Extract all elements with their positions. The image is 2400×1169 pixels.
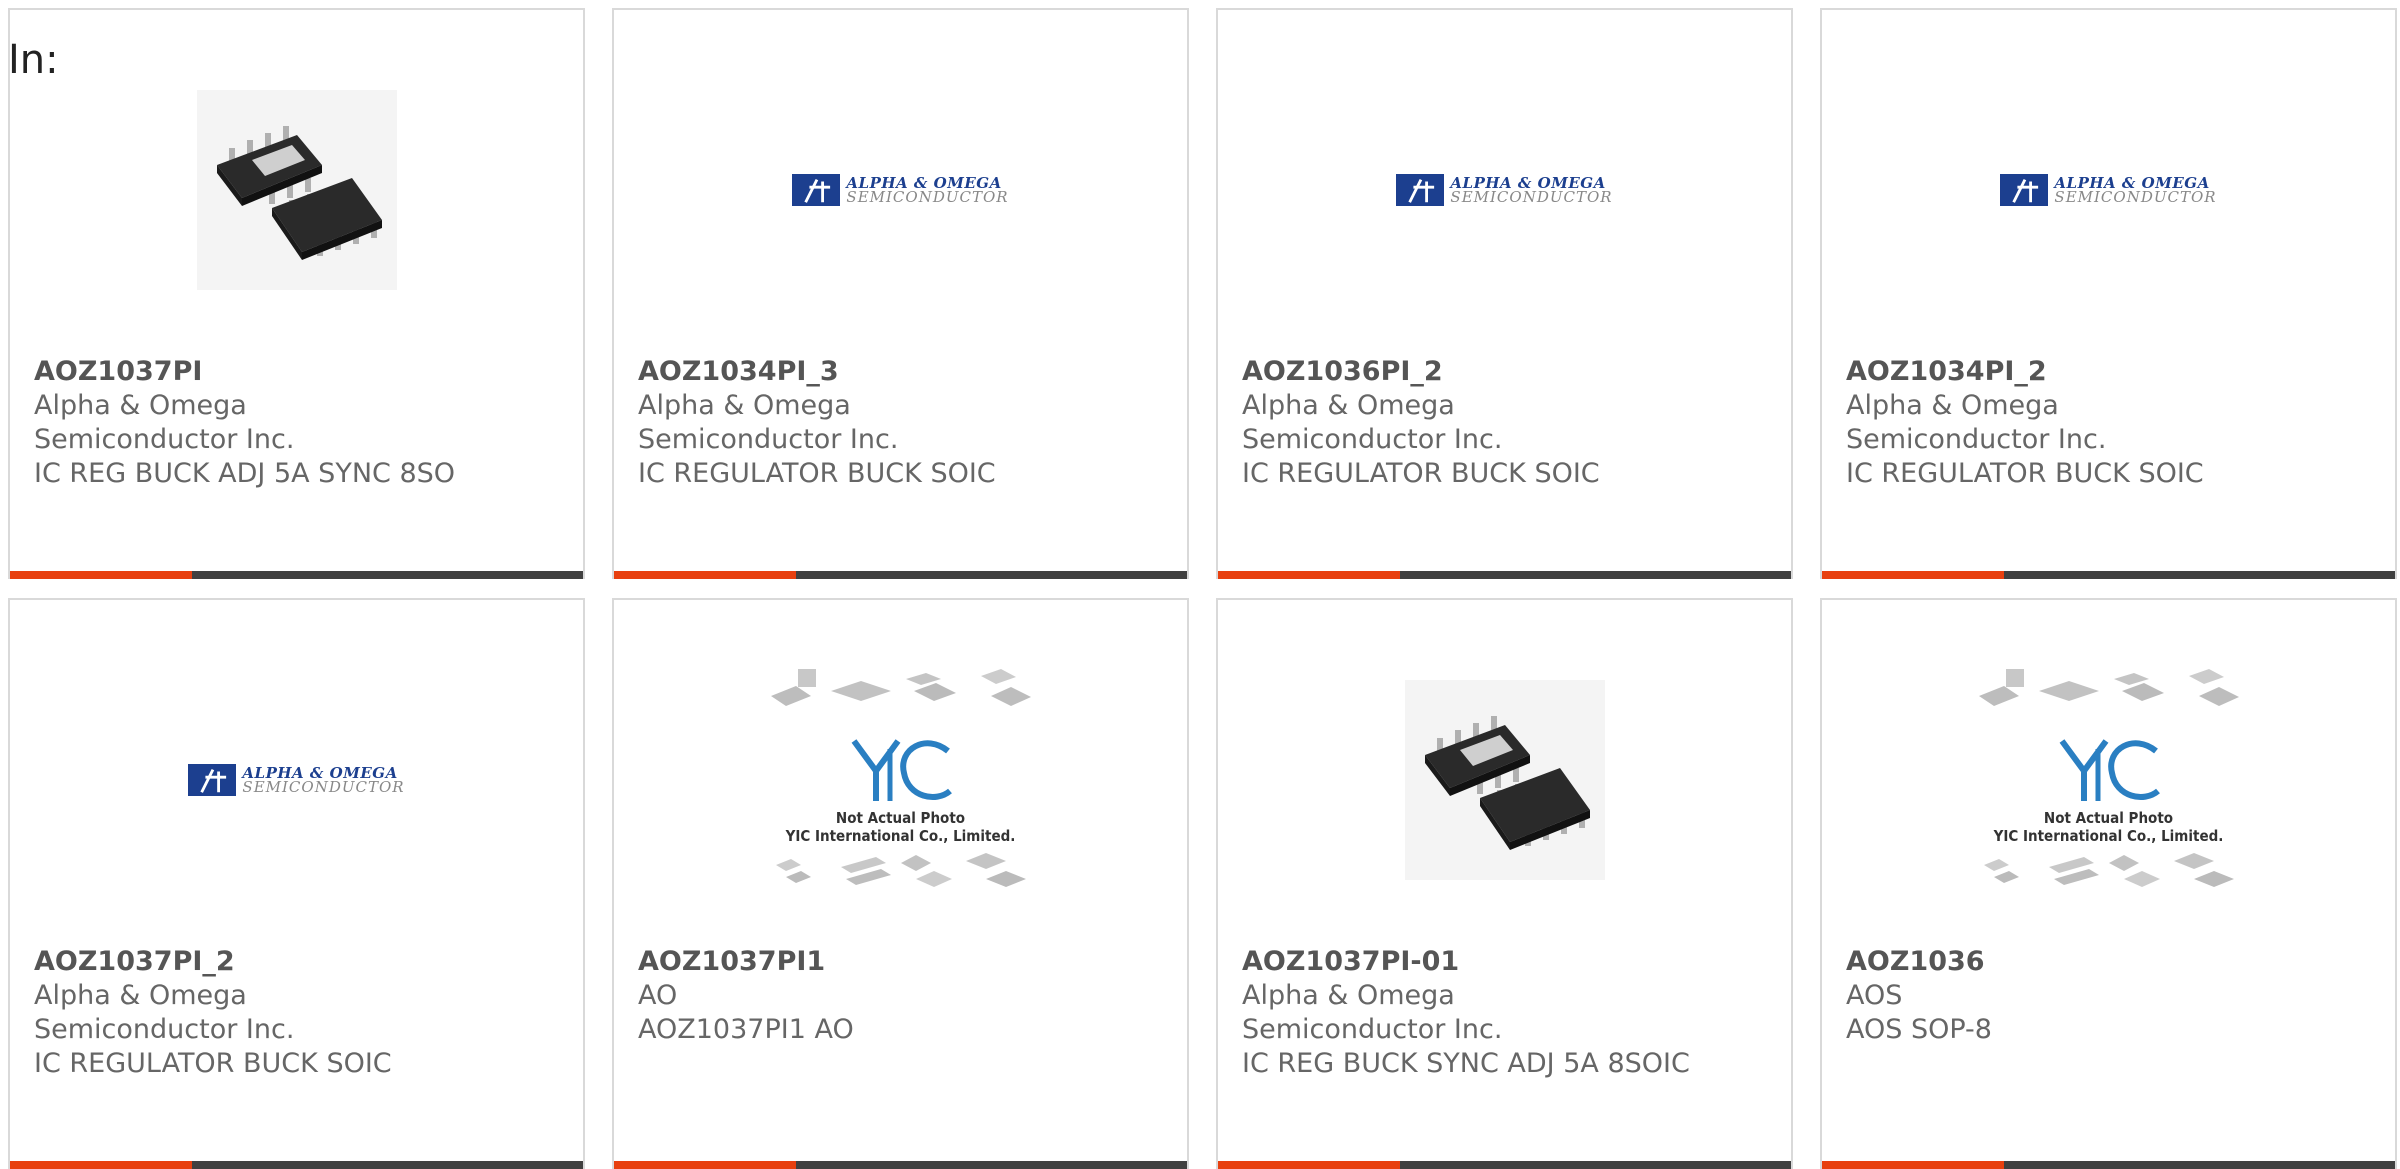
product-info: AOZ1037PI-01 Alpha & Omega Semiconductor…	[1242, 945, 1767, 1081]
yic-placeholder-icon: Not Actual Photo YIC International Co., …	[1974, 661, 2244, 899]
card-bottom-bar	[10, 1161, 583, 1169]
part-number[interactable]: AOZ1037PI1	[638, 945, 1163, 979]
product-image[interactable]: ALPHA & OMEGA SEMICONDUCTOR	[1218, 70, 1791, 310]
manufacturer: Alpha & Omega Semiconductor Inc.	[34, 980, 295, 1045]
part-number[interactable]: AOZ1037PI	[34, 355, 559, 389]
product-image[interactable]: ALPHA & OMEGA SEMICONDUCTOR	[10, 660, 583, 900]
chip-photo-icon	[1404, 680, 1605, 880]
in-label: In:	[8, 37, 59, 83]
product-info: AOZ1034PI_2 Alpha & Omega Semiconductor …	[1846, 355, 2371, 491]
card-accent-bar	[10, 1161, 192, 1169]
manufacturer: Alpha & Omega Semiconductor Inc.	[1242, 980, 1503, 1045]
product-card[interactable]: Not Actual Photo YIC International Co., …	[1820, 598, 2397, 1169]
description: AOZ1037PI1 AO	[638, 1014, 854, 1045]
card-accent-bar	[1218, 1161, 1400, 1169]
product-card[interactable]: Not Actual Photo YIC International Co., …	[612, 598, 1189, 1169]
description: IC REGULATOR BUCK SOIC	[1846, 458, 2204, 489]
aos-logo-line2: SEMICONDUCTOR	[2054, 188, 2217, 206]
description: IC REGULATOR BUCK SOIC	[638, 458, 996, 489]
product-info: AOZ1037PI Alpha & Omega Semiconductor In…	[34, 355, 559, 491]
chips-top-icon	[1978, 669, 2239, 706]
card-accent-bar	[614, 1161, 796, 1169]
product-card[interactable]: ALPHA & OMEGA SEMICONDUCTOR AOZ1037PI_2 …	[8, 598, 585, 1169]
card-bottom-bar	[1822, 571, 2395, 579]
manufacturer: Alpha & Omega Semiconductor Inc.	[34, 390, 295, 455]
chips-bottom-icon	[775, 853, 1026, 887]
aos-logo-line2: SEMICONDUCTOR	[242, 778, 405, 796]
card-accent-bar	[10, 571, 192, 579]
product-image[interactable]: Not Actual Photo YIC International Co., …	[614, 660, 1187, 900]
product-info: AOZ1036PI_2 Alpha & Omega Semiconductor …	[1242, 355, 1767, 491]
aos-logo-icon: ALPHA & OMEGA SEMICONDUCTOR	[2000, 174, 2216, 206]
yic-placeholder-icon: Not Actual Photo YIC International Co., …	[766, 661, 1036, 899]
yic-line2: YIC International Co., Limited.	[785, 827, 1016, 845]
product-card[interactable]: ALPHA & OMEGA SEMICONDUCTOR AOZ1036PI_2 …	[1216, 8, 1793, 579]
card-accent-bar	[1822, 571, 2004, 579]
product-card[interactable]: ALPHA & OMEGA SEMICONDUCTOR AOZ1034PI_2 …	[1820, 8, 2397, 579]
card-bottom-bar	[1822, 1161, 2395, 1169]
product-info: AOZ1034PI_3 Alpha & Omega Semiconductor …	[638, 355, 1163, 491]
product-image[interactable]	[1218, 660, 1791, 900]
part-number[interactable]: AOZ1036	[1846, 945, 2371, 979]
chips-bottom-icon	[1983, 853, 2234, 887]
description: IC REG BUCK ADJ 5A SYNC 8SO	[34, 458, 456, 489]
yic-logo-icon	[2059, 739, 2160, 801]
aos-logo-line2: SEMICONDUCTOR	[1450, 188, 1613, 206]
product-image[interactable]: ALPHA & OMEGA SEMICONDUCTOR	[614, 70, 1187, 310]
product-info: AOZ1037PI1 AO AOZ1037PI1 AO	[638, 945, 1163, 1047]
product-info: AOZ1037PI_2 Alpha & Omega Semiconductor …	[34, 945, 559, 1081]
manufacturer: Alpha & Omega Semiconductor Inc.	[1242, 390, 1503, 455]
card-accent-bar	[1218, 571, 1400, 579]
product-card[interactable]: AOZ1037PI Alpha & Omega Semiconductor In…	[8, 8, 585, 579]
aos-mark-icon	[1396, 174, 1445, 206]
product-grid: AOZ1037PI Alpha & Omega Semiconductor In…	[0, 0, 2400, 1169]
description: IC REG BUCK SYNC ADJ 5A 8SOIC	[1242, 1048, 1690, 1079]
product-image[interactable]	[10, 70, 583, 310]
card-bottom-bar	[10, 571, 583, 579]
yic-logo-icon	[851, 739, 952, 801]
aos-mark-icon	[792, 174, 841, 206]
aos-logo-line2: SEMICONDUCTOR	[846, 188, 1009, 206]
chip-photo-icon	[196, 90, 397, 290]
part-number[interactable]: AOZ1036PI_2	[1242, 355, 1767, 389]
product-info: AOZ1036 AOS AOS SOP-8	[1846, 945, 2371, 1047]
part-number[interactable]: AOZ1034PI_3	[638, 355, 1163, 389]
aos-mark-icon	[2000, 174, 2049, 206]
manufacturer: Alpha & Omega Semiconductor Inc.	[1846, 390, 2107, 455]
product-image[interactable]: Not Actual Photo YIC International Co., …	[1822, 660, 2395, 900]
aos-mark-icon	[188, 764, 237, 796]
card-bottom-bar	[1218, 571, 1791, 579]
description: IC REGULATOR BUCK SOIC	[1242, 458, 1600, 489]
manufacturer: AOS	[1846, 980, 1903, 1011]
part-number[interactable]: AOZ1037PI-01	[1242, 945, 1767, 979]
card-accent-bar	[614, 571, 796, 579]
yic-line1: Not Actual Photo	[2043, 809, 2174, 827]
description: IC REGULATOR BUCK SOIC	[34, 1048, 392, 1079]
part-number[interactable]: AOZ1037PI_2	[34, 945, 559, 979]
manufacturer: AO	[638, 980, 678, 1011]
aos-logo-icon: ALPHA & OMEGA SEMICONDUCTOR	[1396, 174, 1612, 206]
product-card[interactable]: AOZ1037PI-01 Alpha & Omega Semiconductor…	[1216, 598, 1793, 1169]
product-image[interactable]: ALPHA & OMEGA SEMICONDUCTOR	[1822, 70, 2395, 310]
yic-line1: Not Actual Photo	[835, 809, 966, 827]
product-card[interactable]: ALPHA & OMEGA SEMICONDUCTOR AOZ1034PI_3 …	[612, 8, 1189, 579]
card-accent-bar	[1822, 1161, 2004, 1169]
manufacturer: Alpha & Omega Semiconductor Inc.	[638, 390, 899, 455]
aos-logo-icon: ALPHA & OMEGA SEMICONDUCTOR	[188, 764, 404, 796]
chips-top-icon	[770, 669, 1031, 706]
card-bottom-bar	[1218, 1161, 1791, 1169]
yic-line2: YIC International Co., Limited.	[1993, 827, 2224, 845]
card-bottom-bar	[614, 1161, 1187, 1169]
part-number[interactable]: AOZ1034PI_2	[1846, 355, 2371, 389]
description: AOS SOP-8	[1846, 1014, 1992, 1045]
aos-logo-icon: ALPHA & OMEGA SEMICONDUCTOR	[792, 174, 1008, 206]
card-bottom-bar	[614, 571, 1187, 579]
